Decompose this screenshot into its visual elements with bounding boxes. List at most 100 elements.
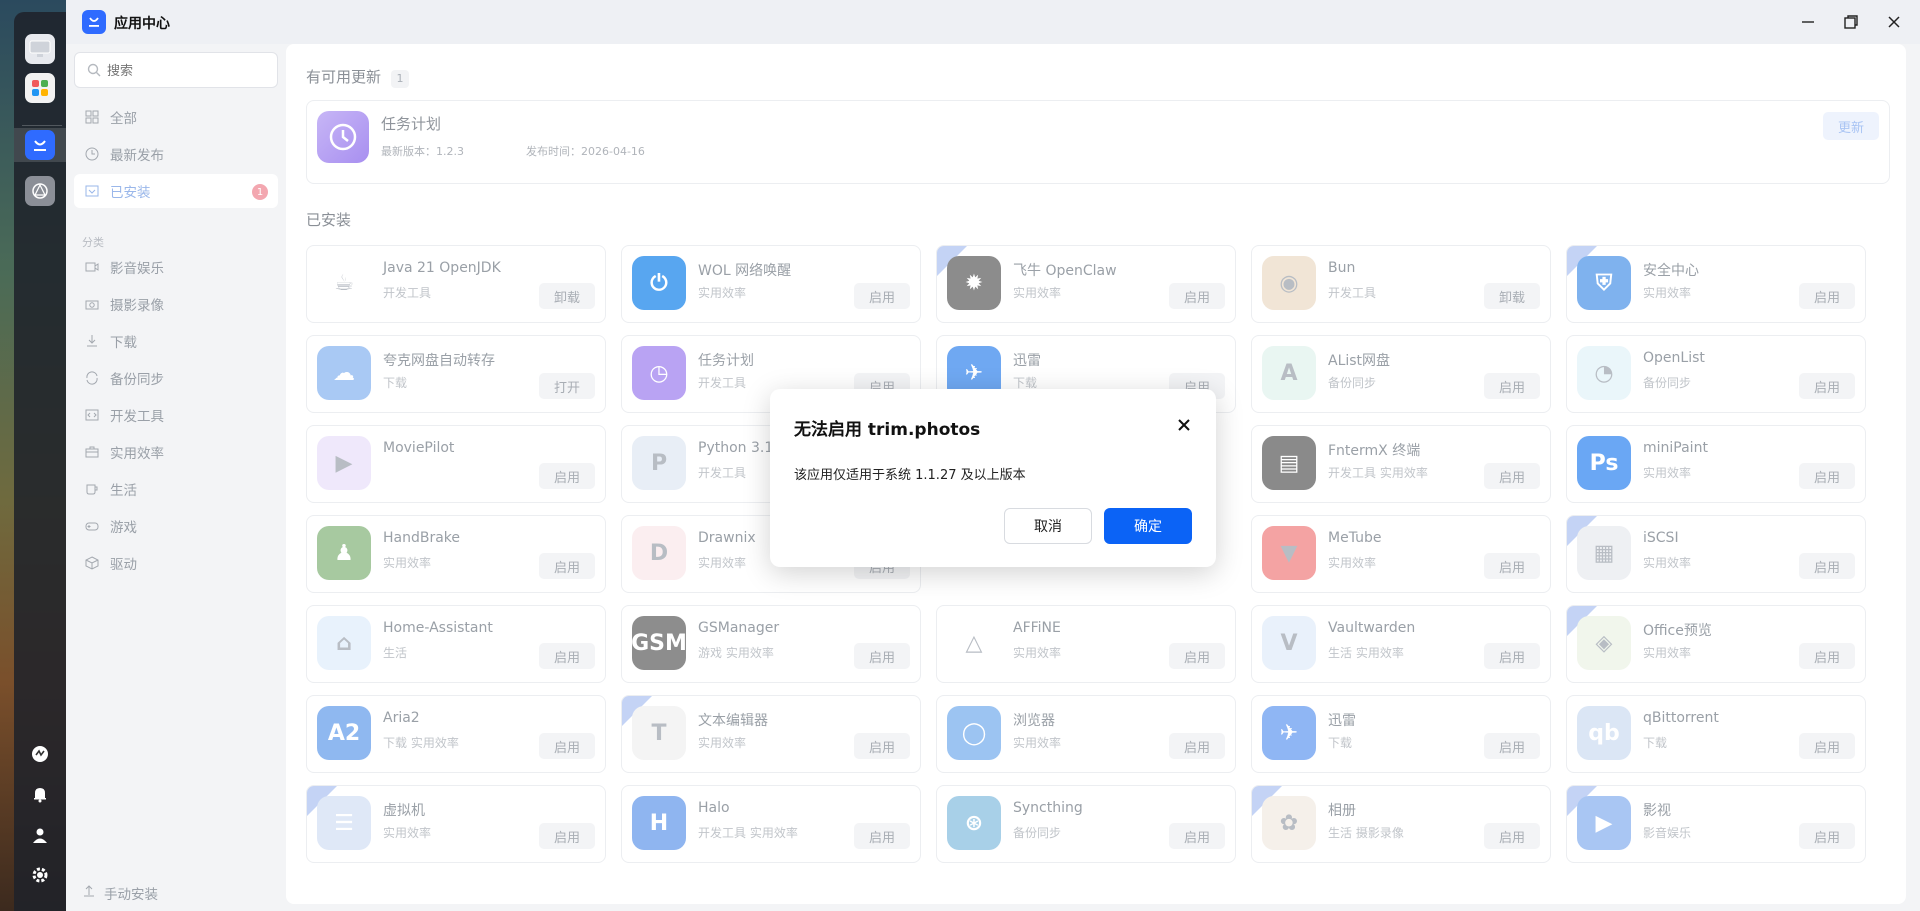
app-action-button[interactable]: 启用 — [1484, 643, 1540, 669]
app-action-button[interactable]: 启用 — [1484, 553, 1540, 579]
app-card[interactable]: Ps miniPaint 实用效率 启用 — [1566, 425, 1866, 503]
app-action-button[interactable]: 启用 — [539, 643, 595, 669]
app-action-button[interactable]: 启用 — [1799, 643, 1855, 669]
app-card[interactable]: ◔ OpenList 备份同步 启用 — [1566, 335, 1866, 413]
app-action-button[interactable]: 启用 — [1484, 823, 1540, 849]
app-card[interactable]: ⌂ Home-Assistant 生活 启用 — [306, 605, 606, 683]
app-category: 生活 实用效率 — [1328, 646, 1404, 660]
app-name: MeTube — [1328, 530, 1382, 546]
app-card[interactable]: ✿ 相册 生活 摄影录像 启用 — [1251, 785, 1551, 863]
sidebar-item-latest[interactable]: 最新发布 — [74, 137, 278, 171]
app-card[interactable]: V Vaultwarden 生活 实用效率 启用 — [1251, 605, 1551, 683]
app-action-button[interactable]: 启用 — [854, 733, 910, 759]
app-action-button[interactable]: 启用 — [854, 643, 910, 669]
network-dock-icon[interactable] — [25, 176, 55, 206]
app-action-button[interactable]: 启用 — [539, 823, 595, 849]
app-action-button[interactable]: 启用 — [1799, 283, 1855, 309]
app-card[interactable]: H Halo 开发工具 实用效率 启用 — [621, 785, 921, 863]
sidebar-item-camera[interactable]: 摄影录像 — [74, 287, 278, 321]
app-action-button[interactable]: 打开 — [539, 373, 595, 399]
app-icon: ✹ — [947, 256, 1001, 310]
app-action-button[interactable]: 启用 — [1169, 283, 1225, 309]
update-button[interactable]: 更新 — [1823, 112, 1879, 140]
apps-launcher-icon[interactable] — [25, 73, 55, 103]
app-card[interactable]: ▼ MeTube 实用效率 启用 — [1251, 515, 1551, 593]
refresh-status-icon[interactable] — [25, 739, 55, 769]
sidebar-item-video[interactable]: 影音娱乐 — [74, 250, 278, 284]
app-action-button[interactable]: 启用 — [539, 463, 595, 489]
sidebar-item-drivers[interactable]: 驱动 — [74, 546, 278, 580]
sidebar-item-installed[interactable]: 已安装 1 — [74, 174, 278, 208]
app-action-button[interactable]: 启用 — [1799, 463, 1855, 489]
app-card[interactable]: ⛨ 安全中心 实用效率 启用 — [1566, 245, 1866, 323]
app-action-button[interactable]: 启用 — [1484, 733, 1540, 759]
app-card[interactable]: ♟ HandBrake 实用效率 启用 — [306, 515, 606, 593]
app-name: miniPaint — [1643, 440, 1708, 456]
sidebar-item-all[interactable]: 全部 — [74, 100, 278, 134]
app-card[interactable]: ☰ 虚拟机 实用效率 启用 — [306, 785, 606, 863]
app-card[interactable]: ☁ 夸克网盘自动转存 下载 打开 — [306, 335, 606, 413]
app-icon: ☰ — [317, 796, 371, 850]
app-action-button[interactable]: 启用 — [539, 733, 595, 759]
app-action-button[interactable]: 启用 — [1799, 373, 1855, 399]
app-action-button[interactable]: 卸载 — [539, 283, 595, 309]
close-window-icon[interactable] — [1884, 12, 1904, 32]
sidebar-item-backup[interactable]: 备份同步 — [74, 361, 278, 395]
app-card[interactable]: ◯ 浏览器 实用效率 启用 — [936, 695, 1236, 773]
app-card[interactable]: ◈ Office预览 实用效率 启用 — [1566, 605, 1866, 683]
sidebar-item-games[interactable]: 游戏 — [74, 509, 278, 543]
app-card[interactable]: GSM GSManager 游戏 实用效率 启用 — [621, 605, 921, 683]
dialog-close-icon[interactable] — [1174, 415, 1194, 435]
app-action-button[interactable]: 启用 — [1169, 733, 1225, 759]
app-action-button[interactable]: 启用 — [1484, 373, 1540, 399]
app-action-button[interactable]: 启用 — [1484, 463, 1540, 489]
app-card[interactable]: ▶ 影视 影音娱乐 启用 — [1566, 785, 1866, 863]
app-card[interactable]: ✹ 飞牛 OpenClaw 实用效率 启用 — [936, 245, 1236, 323]
sidebar-item-productivity[interactable]: 实用效率 — [74, 435, 278, 469]
app-action-button[interactable]: 启用 — [1169, 823, 1225, 849]
app-category: 备份同步 — [1328, 376, 1377, 390]
app-icon: qb — [1577, 706, 1631, 760]
search-box — [74, 52, 278, 88]
cancel-button[interactable]: 取消 — [1004, 508, 1092, 544]
sidebar-item-life[interactable]: 生活 — [74, 472, 278, 506]
app-action-button[interactable]: 启用 — [539, 553, 595, 579]
app-action-button[interactable]: 卸载 — [1484, 283, 1540, 309]
app-card[interactable]: △ AFFiNE 实用效率 启用 — [936, 605, 1236, 683]
desktop-monitor-icon[interactable] — [25, 34, 55, 64]
code-icon — [84, 407, 100, 423]
app-icon: ▶ — [1577, 796, 1631, 850]
app-card[interactable]: ▦ iSCSI 实用效率 启用 — [1566, 515, 1866, 593]
app-card[interactable]: qb qBittorrent 下载 启用 — [1566, 695, 1866, 773]
app-card[interactable]: ☕ Java 21 OpenJDK 开发工具 卸载 — [306, 245, 606, 323]
minimize-icon[interactable] — [1798, 12, 1818, 32]
app-action-button[interactable]: 启用 — [854, 823, 910, 849]
search-input[interactable] — [107, 61, 267, 81]
app-card[interactable]: ▤ FntermX 终端 开发工具 实用效率 启用 — [1251, 425, 1551, 503]
manual-install-button[interactable]: 手动安装 — [82, 883, 158, 903]
app-action-button[interactable]: 启用 — [1169, 643, 1225, 669]
app-card[interactable]: ⊛ Syncthing 备份同步 启用 — [936, 785, 1236, 863]
app-card[interactable]: ⏻ WOL 网络唤醒 实用效率 启用 — [621, 245, 921, 323]
settings-gear-icon[interactable] — [25, 860, 55, 890]
sidebar-item-download[interactable]: 下载 — [74, 324, 278, 358]
app-name: HandBrake — [383, 530, 461, 546]
user-icon[interactable] — [25, 820, 55, 850]
app-card[interactable]: A2 Aria2 下载 实用效率 启用 — [306, 695, 606, 773]
maximize-icon[interactable] — [1841, 12, 1861, 32]
confirm-button[interactable]: 确定 — [1104, 508, 1192, 544]
app-card[interactable]: ◉ Bun 开发工具 卸载 — [1251, 245, 1551, 323]
app-card[interactable]: ▶ MoviePilot 启用 — [306, 425, 606, 503]
app-category: 下载 实用效率 — [383, 736, 459, 750]
app-card[interactable]: ✈ 迅雷 下载 启用 — [1251, 695, 1551, 773]
sidebar-item-devtools[interactable]: 开发工具 — [74, 398, 278, 432]
app-action-button[interactable]: 启用 — [1799, 553, 1855, 579]
app-card[interactable]: A AList网盘 备份同步 启用 — [1251, 335, 1551, 413]
app-center-dock-icon[interactable] — [25, 130, 55, 160]
app-card[interactable]: T 文本编辑器 实用效率 启用 — [621, 695, 921, 773]
app-action-button[interactable]: 启用 — [1799, 733, 1855, 759]
app-icon: ▼ — [1262, 526, 1316, 580]
app-action-button[interactable]: 启用 — [854, 283, 910, 309]
app-action-button[interactable]: 启用 — [1799, 823, 1855, 849]
bell-icon[interactable] — [25, 779, 55, 809]
